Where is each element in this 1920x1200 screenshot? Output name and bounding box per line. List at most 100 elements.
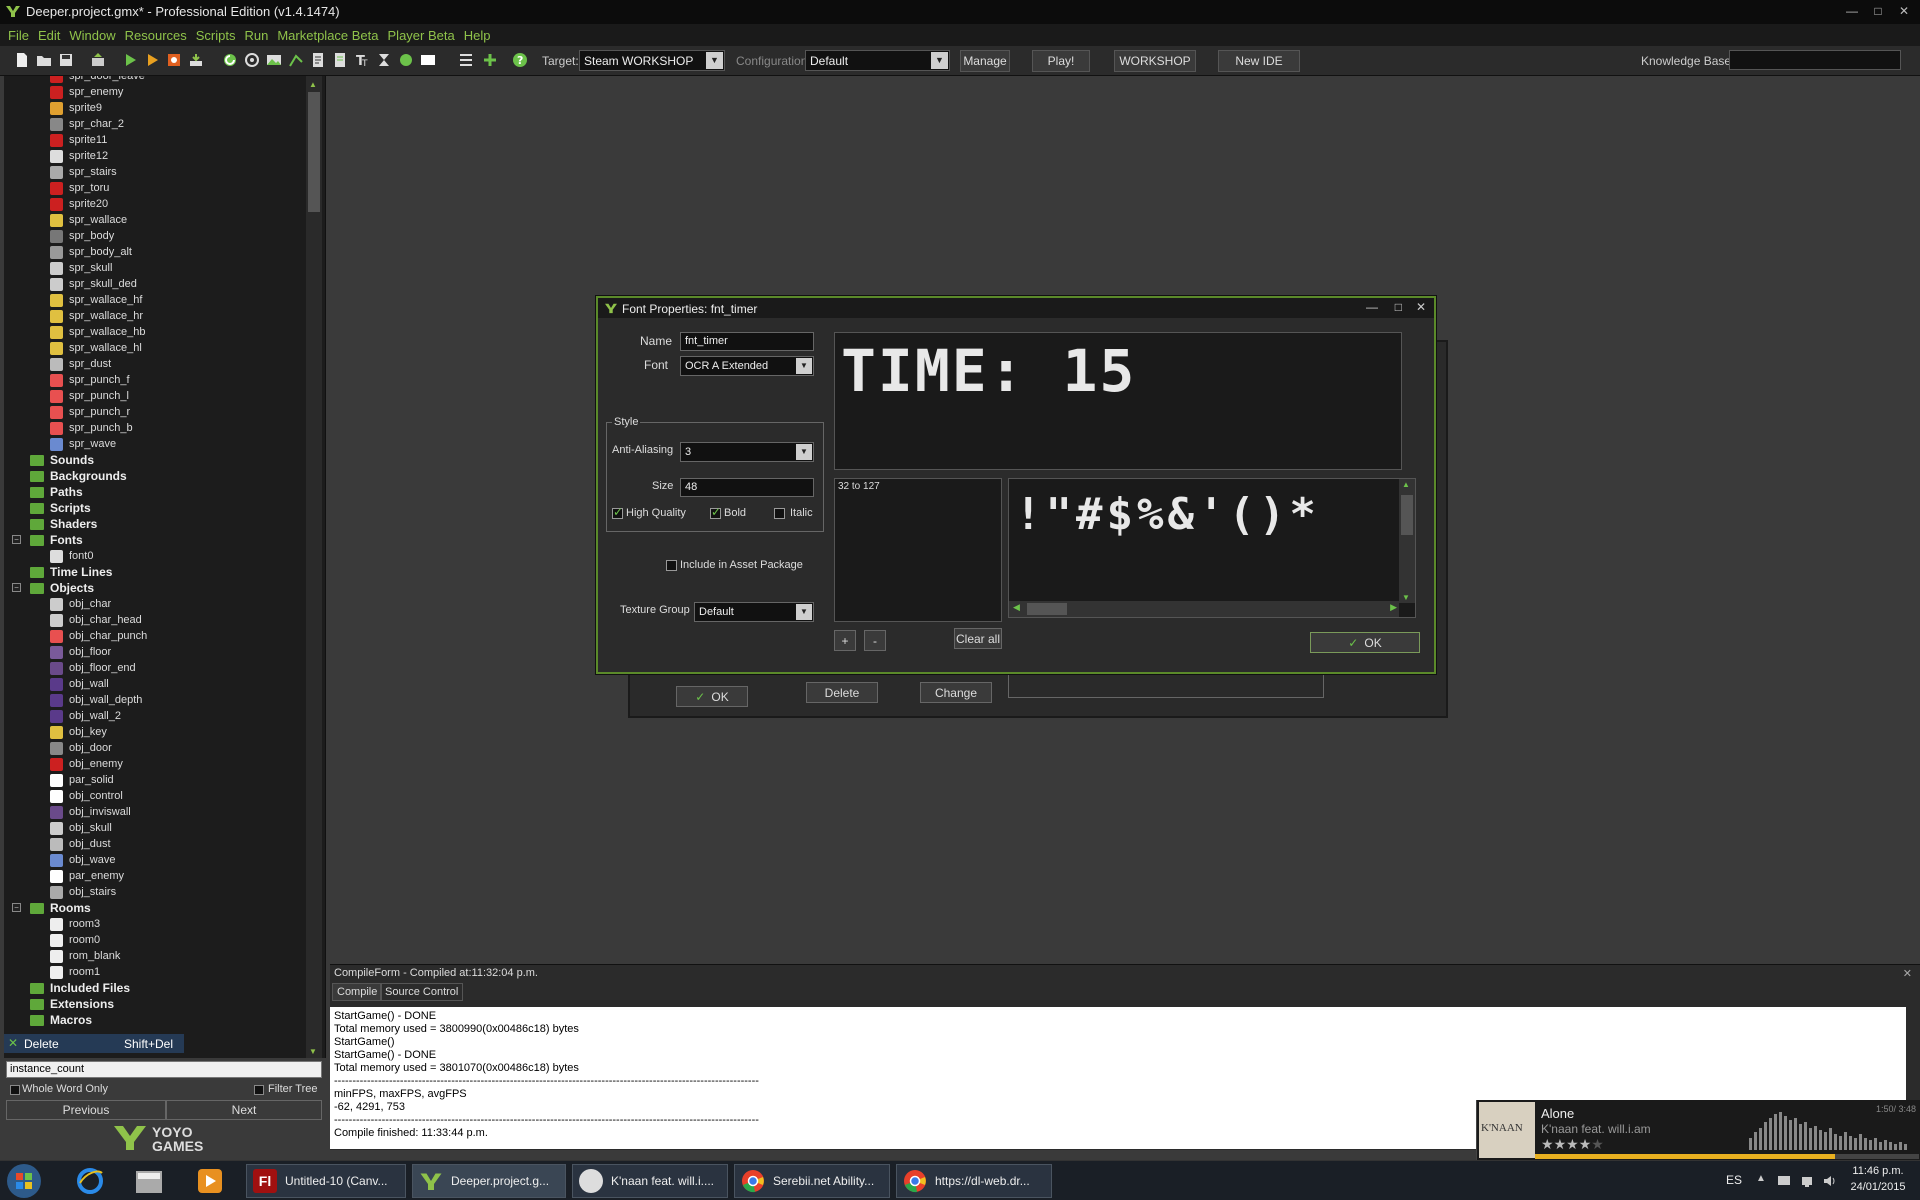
clear-all-button[interactable]: Clear all xyxy=(954,628,1002,649)
scroll-down-icon[interactable]: ▼ xyxy=(309,1047,317,1056)
workshop-button[interactable]: WORKSHOP xyxy=(1114,50,1196,72)
tree-item-object[interactable]: obj_wave xyxy=(50,852,115,868)
tree-item-sprite[interactable]: sprite11 xyxy=(50,132,107,148)
build-icon[interactable] xyxy=(188,52,204,68)
font-select[interactable]: OCR A Extended ▼ xyxy=(680,356,814,376)
scroll-up-icon[interactable]: ▲ xyxy=(309,80,317,89)
whole-word-checkbox[interactable] xyxy=(10,1085,20,1095)
sprite-icon[interactable] xyxy=(222,52,238,68)
new-file-icon[interactable] xyxy=(14,52,30,68)
start-button-icon[interactable] xyxy=(6,1163,42,1199)
tree-item-object[interactable]: obj_control xyxy=(50,788,123,804)
tree-folder[interactable]: Shaders xyxy=(30,516,97,532)
tree-item-object[interactable]: obj_floor xyxy=(50,644,111,660)
bg-change-button[interactable]: Change xyxy=(920,682,992,703)
context-menu-delete[interactable]: ✕ Delete Shift+Del xyxy=(4,1034,184,1053)
asset-package-checkbox[interactable] xyxy=(666,560,677,571)
background-icon[interactable] xyxy=(266,52,282,68)
stop-icon[interactable] xyxy=(166,52,182,68)
tree-item-room[interactable]: rom_blank xyxy=(50,948,120,964)
object-icon[interactable] xyxy=(398,52,414,68)
tree-item-room[interactable]: room0 xyxy=(50,932,100,948)
list-icon[interactable] xyxy=(458,52,474,68)
star-icon[interactable]: ★ xyxy=(1566,1136,1579,1152)
close-icon[interactable]: ✕ xyxy=(1416,300,1426,314)
tree-item-sprite[interactable]: sprite20 xyxy=(50,196,108,212)
tree-item-object[interactable]: obj_inviswall xyxy=(50,804,131,820)
add-icon[interactable] xyxy=(482,52,498,68)
task-chrome-1[interactable]: Serebii.net Ability... xyxy=(734,1164,890,1198)
tree-folder-objects[interactable]: Objects xyxy=(30,580,94,596)
help-icon[interactable]: ? xyxy=(512,52,528,68)
tree-folder-rooms[interactable]: Rooms xyxy=(30,900,91,916)
task-gamemaker[interactable]: Deeper.project.g... xyxy=(412,1164,566,1198)
tree-folder-fonts[interactable]: Fonts xyxy=(30,532,83,548)
tree-item-sprite[interactable]: spr_wallace_hf xyxy=(50,292,142,308)
texture-group-select[interactable]: Default ▼ xyxy=(694,602,814,622)
tree-folder[interactable]: Included Files xyxy=(30,980,130,996)
tree-folder[interactable]: Extensions xyxy=(30,996,114,1012)
menu-scripts[interactable]: Scripts xyxy=(196,28,236,43)
shader-icon[interactable] xyxy=(332,52,348,68)
tree-item-font[interactable]: font0 xyxy=(50,548,93,564)
script-icon[interactable] xyxy=(310,52,326,68)
run-icon[interactable] xyxy=(122,52,138,68)
new-ide-button[interactable]: New IDE xyxy=(1218,50,1300,72)
tree-item-sprite[interactable]: spr_stairs xyxy=(50,164,117,180)
tree-item-object[interactable]: obj_enemy xyxy=(50,756,123,772)
anti-aliasing-select[interactable]: 3 ▼ xyxy=(680,442,814,462)
path-icon[interactable] xyxy=(288,52,304,68)
menu-run[interactable]: Run xyxy=(244,28,268,43)
tree-item-sprite[interactable]: spr_wallace xyxy=(50,212,127,228)
export-icon[interactable] xyxy=(90,52,106,68)
remove-range-button[interactable]: - xyxy=(864,630,886,651)
clock-date[interactable]: 24/01/2015 xyxy=(1846,1181,1910,1193)
tree-folder[interactable]: Backgrounds xyxy=(30,468,127,484)
tree-folder[interactable]: Macros xyxy=(30,1012,92,1028)
scroll-right-icon[interactable]: ▶ xyxy=(1390,602,1397,613)
star-icon[interactable]: ★ xyxy=(1541,1136,1554,1152)
close-button[interactable]: ✕ xyxy=(1892,2,1916,20)
debug-icon[interactable] xyxy=(144,52,160,68)
expander-icon[interactable]: − xyxy=(12,583,21,592)
tree-item-sprite[interactable]: spr_char_2 xyxy=(50,116,124,132)
bg-delete-button[interactable]: Delete xyxy=(806,682,878,703)
action-center-icon[interactable] xyxy=(1776,1173,1792,1189)
tree-item-sprite[interactable]: spr_wallace_hb xyxy=(50,324,145,340)
tree-item-sprite[interactable]: spr_punch_b xyxy=(50,420,133,436)
expander-icon[interactable]: − xyxy=(12,535,21,544)
open-folder-icon[interactable] xyxy=(36,52,52,68)
tree-item-object[interactable]: obj_wall_depth xyxy=(50,692,142,708)
close-icon[interactable]: ✕ xyxy=(1903,967,1912,980)
tree-item-sprite[interactable]: spr_dust xyxy=(50,356,111,372)
target-select[interactable]: Steam WORKSHOP ▼ xyxy=(579,50,725,71)
range-entry[interactable]: 32 to 127 xyxy=(838,481,880,492)
tab-source-control[interactable]: Source Control xyxy=(380,983,464,1001)
bold-checkbox[interactable] xyxy=(710,505,721,519)
hscroll-thumb[interactable] xyxy=(1027,603,1067,615)
rating-stars[interactable]: ★★★★★ xyxy=(1541,1136,1604,1153)
tree-item-sprite[interactable]: spr_punch_l xyxy=(50,388,129,404)
tree-item-sprite[interactable]: spr_body_alt xyxy=(50,244,132,260)
tree-item-sprite[interactable]: spr_wave xyxy=(50,436,116,452)
sound-icon[interactable] xyxy=(244,52,260,68)
menu-player[interactable]: Player Beta xyxy=(388,28,455,43)
tree-scrollbar[interactable]: ▲ ▼ xyxy=(306,76,322,1058)
play-button[interactable]: Play! xyxy=(1032,50,1090,72)
minimize-icon[interactable]: — xyxy=(1366,300,1378,314)
vscroll-thumb[interactable] xyxy=(1401,495,1413,535)
bg-ok-button[interactable]: ✓ OK xyxy=(676,686,748,707)
tree-item-object[interactable]: obj_floor_end xyxy=(50,660,136,676)
font-icon[interactable]: TT xyxy=(354,52,370,68)
tree-item-sprite[interactable]: sprite12 xyxy=(50,148,108,164)
clock-time[interactable]: 11:46 p.m. xyxy=(1846,1165,1910,1177)
glyph-hscrollbar[interactable]: ◀ ▶ xyxy=(1009,601,1399,617)
scroll-up-icon[interactable]: ▲ xyxy=(1402,480,1410,489)
tree-item-object[interactable]: obj_wall xyxy=(50,676,109,692)
task-music[interactable]: K'naan feat. will.i.... xyxy=(572,1164,728,1198)
tree-item-sprite[interactable]: spr_body xyxy=(50,228,114,244)
tree-item-object[interactable]: obj_skull xyxy=(50,820,112,836)
bg-field[interactable] xyxy=(1008,672,1324,698)
star-icon[interactable]: ★ xyxy=(1591,1136,1604,1152)
character-range-list[interactable]: 32 to 127 xyxy=(834,478,1002,622)
